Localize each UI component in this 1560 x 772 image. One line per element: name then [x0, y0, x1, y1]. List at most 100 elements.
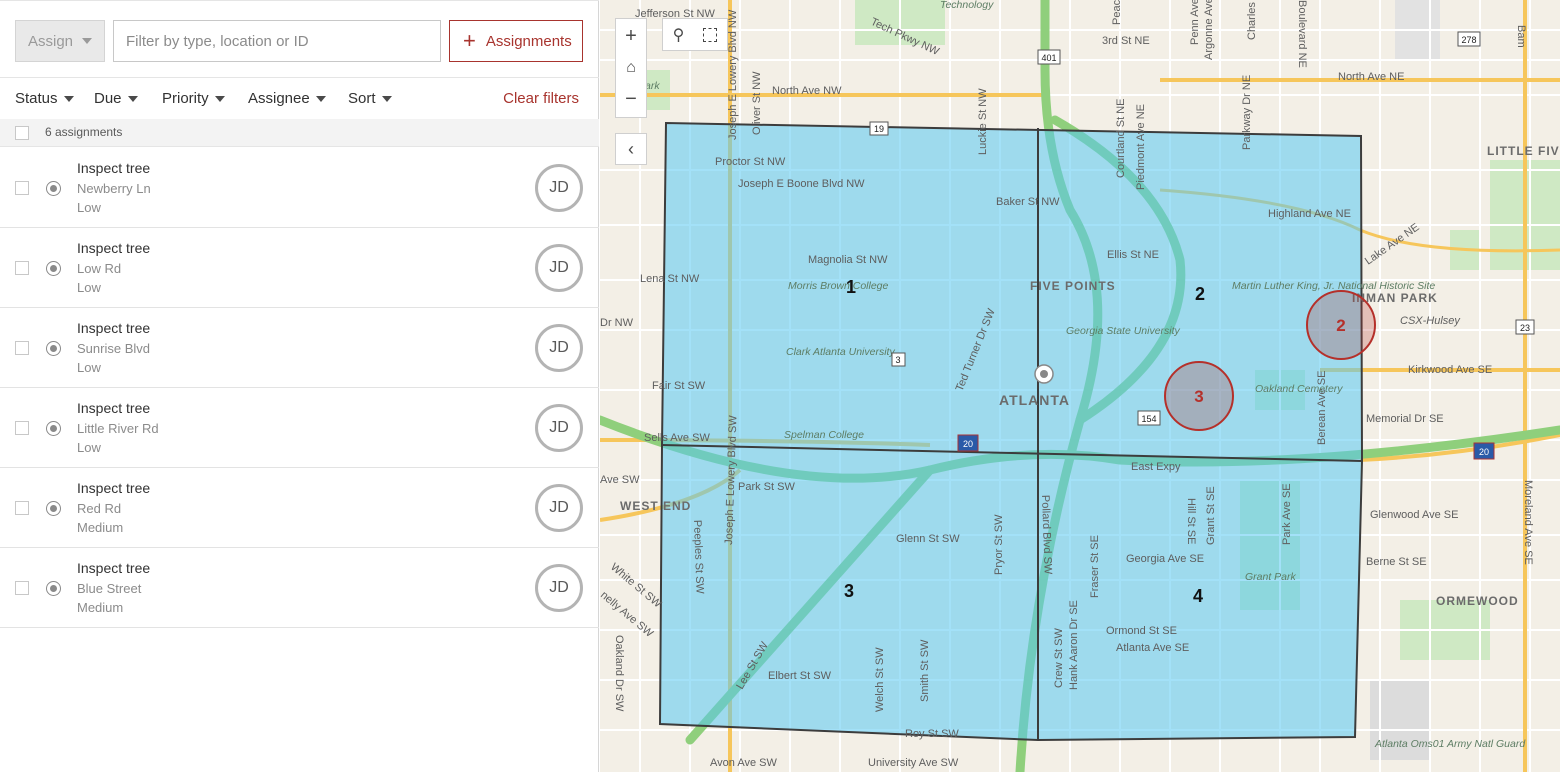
priority-filter[interactable]: Priority [162, 90, 225, 107]
status-icon [46, 181, 61, 196]
street-label: Park St SW [738, 481, 795, 493]
street-label: Atlanta Ave SE [1116, 642, 1189, 654]
street-label: Hank Aaron Dr SE [1068, 600, 1080, 690]
avatar[interactable]: JD [535, 164, 583, 212]
street-label: Bam [1515, 25, 1527, 48]
street-label: Luckie St NW [977, 88, 989, 155]
street-label: CSX-Hulsey [1400, 315, 1461, 327]
status-icon [46, 501, 61, 516]
street-label: Smith St SW [919, 639, 931, 702]
assignee-filter[interactable]: Assignee [248, 90, 326, 107]
avatar[interactable]: JD [535, 404, 583, 452]
route-shield: 401 [1041, 53, 1056, 63]
street-label: Glenn St SW [896, 533, 960, 545]
assignment-location: Newberry Ln [77, 181, 151, 196]
street-label: Argonne Ave NE [1203, 0, 1215, 60]
cluster-count: 2 [1336, 316, 1345, 335]
route-shield: 19 [874, 124, 884, 134]
status-icon [46, 341, 61, 356]
poi-label: Georgia State University [1066, 325, 1181, 337]
street-label: Magnolia St NW [808, 254, 888, 266]
assign-button-label: Assign [28, 32, 74, 50]
list-item[interactable]: Inspect tree Little River Rd Low JD [0, 388, 599, 468]
status-icon [46, 581, 61, 596]
assignee-filter-label: Assignee [248, 90, 310, 107]
assignment-title: Inspect tree [77, 560, 151, 576]
street-label: Charles St NE [1246, 0, 1258, 40]
zone-label: 2 [1195, 284, 1205, 304]
zoom-controls: + ⌂ − [615, 18, 647, 118]
street-label: Glenwood Ave SE [1370, 509, 1458, 521]
status-filter[interactable]: Status [15, 90, 74, 107]
list-item[interactable]: Inspect tree Blue Street Medium JD [0, 548, 599, 628]
street-label: Berne St SE [1366, 556, 1427, 568]
street-label: 3rd St NE [1102, 35, 1150, 47]
street-label: Berean Ave SE [1316, 371, 1328, 445]
zoom-in-icon[interactable]: + [625, 25, 637, 48]
assignment-priority: Medium [77, 520, 124, 535]
assignment-location: Blue Street [77, 581, 142, 596]
select-area-icon[interactable] [703, 27, 718, 42]
street-label: Memorial Dr SE [1366, 413, 1444, 425]
street-label: Grant St SE [1205, 486, 1217, 545]
street-label: Penn Ave NE [1189, 0, 1201, 45]
cluster-count: 3 [1194, 387, 1203, 406]
list-item[interactable]: Inspect tree Red Rd Medium JD [0, 468, 599, 548]
street-label: Sells Ave SW [644, 432, 710, 444]
search-icon[interactable]: ⚲ [673, 25, 685, 45]
poi-label: Technology [940, 0, 994, 11]
row-checkbox[interactable] [15, 181, 29, 195]
assignment-priority: Low [77, 280, 101, 295]
assign-button[interactable]: Assign [15, 20, 105, 62]
list-item[interactable]: Inspect tree Low Rd Low JD [0, 228, 599, 308]
clear-filters-link[interactable]: Clear filters [503, 90, 579, 107]
row-checkbox[interactable] [15, 421, 29, 435]
poi-label: Grant Park [1245, 571, 1297, 583]
add-assignments-label: Assignments [485, 32, 572, 50]
row-checkbox[interactable] [15, 341, 29, 355]
zone-label: 1 [846, 277, 856, 297]
select-all-checkbox[interactable] [15, 126, 29, 140]
add-assignments-button[interactable]: + Assignments [449, 20, 583, 62]
assignment-location: Red Rd [77, 501, 122, 516]
filter-input[interactable] [113, 20, 441, 62]
street-label: Hill St SE [1185, 498, 1197, 544]
zone-label: 3 [844, 581, 854, 601]
list-item[interactable]: Inspect tree Newberry Ln Low JD [0, 148, 599, 228]
zoom-out-icon[interactable]: − [625, 88, 637, 111]
street-label: Park Ave SE [1281, 483, 1293, 545]
priority-filter-label: Priority [162, 90, 209, 107]
avatar[interactable]: JD [535, 484, 583, 532]
avatar[interactable]: JD [535, 324, 583, 372]
assignment-priority: Low [77, 200, 101, 215]
street-label: Fraser St SE [1089, 535, 1101, 598]
map-view[interactable]: Jefferson St NW Tech Pkwy NW North Ave N… [600, 0, 1560, 772]
home-icon[interactable]: ⌂ [626, 59, 636, 77]
row-checkbox[interactable] [15, 501, 29, 515]
row-checkbox[interactable] [15, 581, 29, 595]
sort-filter[interactable]: Sort [348, 90, 392, 107]
assignment-title: Inspect tree [77, 320, 151, 336]
street-label: East Expy [1131, 461, 1181, 473]
map-tools: ⚲ [662, 18, 728, 51]
assignment-title: Inspect tree [77, 480, 151, 496]
row-checkbox[interactable] [15, 261, 29, 275]
street-label: Baker St NW [996, 196, 1060, 208]
street-label: Elbert St SW [768, 670, 832, 682]
avatar[interactable]: JD [535, 564, 583, 612]
chevron-down-icon [315, 95, 326, 102]
street-label: Ave SW [600, 474, 640, 486]
chevron-down-icon [82, 38, 93, 44]
street-label: Kirkwood Ave SE [1408, 364, 1492, 376]
avatar[interactable]: JD [535, 244, 583, 292]
status-icon [46, 421, 61, 436]
street-label: Avon Ave SW [710, 757, 777, 769]
route-shield: 154 [1141, 414, 1156, 424]
collapse-panel-button[interactable]: ‹ [615, 133, 647, 165]
chevron-left-icon: ‹ [628, 138, 634, 159]
street-label: University Ave SW [868, 757, 959, 769]
street-label: Proctor St NW [715, 156, 786, 168]
street-label: Ormond St SE [1106, 625, 1177, 637]
due-filter[interactable]: Due [94, 90, 138, 107]
list-item[interactable]: Inspect tree Sunrise Blvd Low JD [0, 308, 599, 388]
